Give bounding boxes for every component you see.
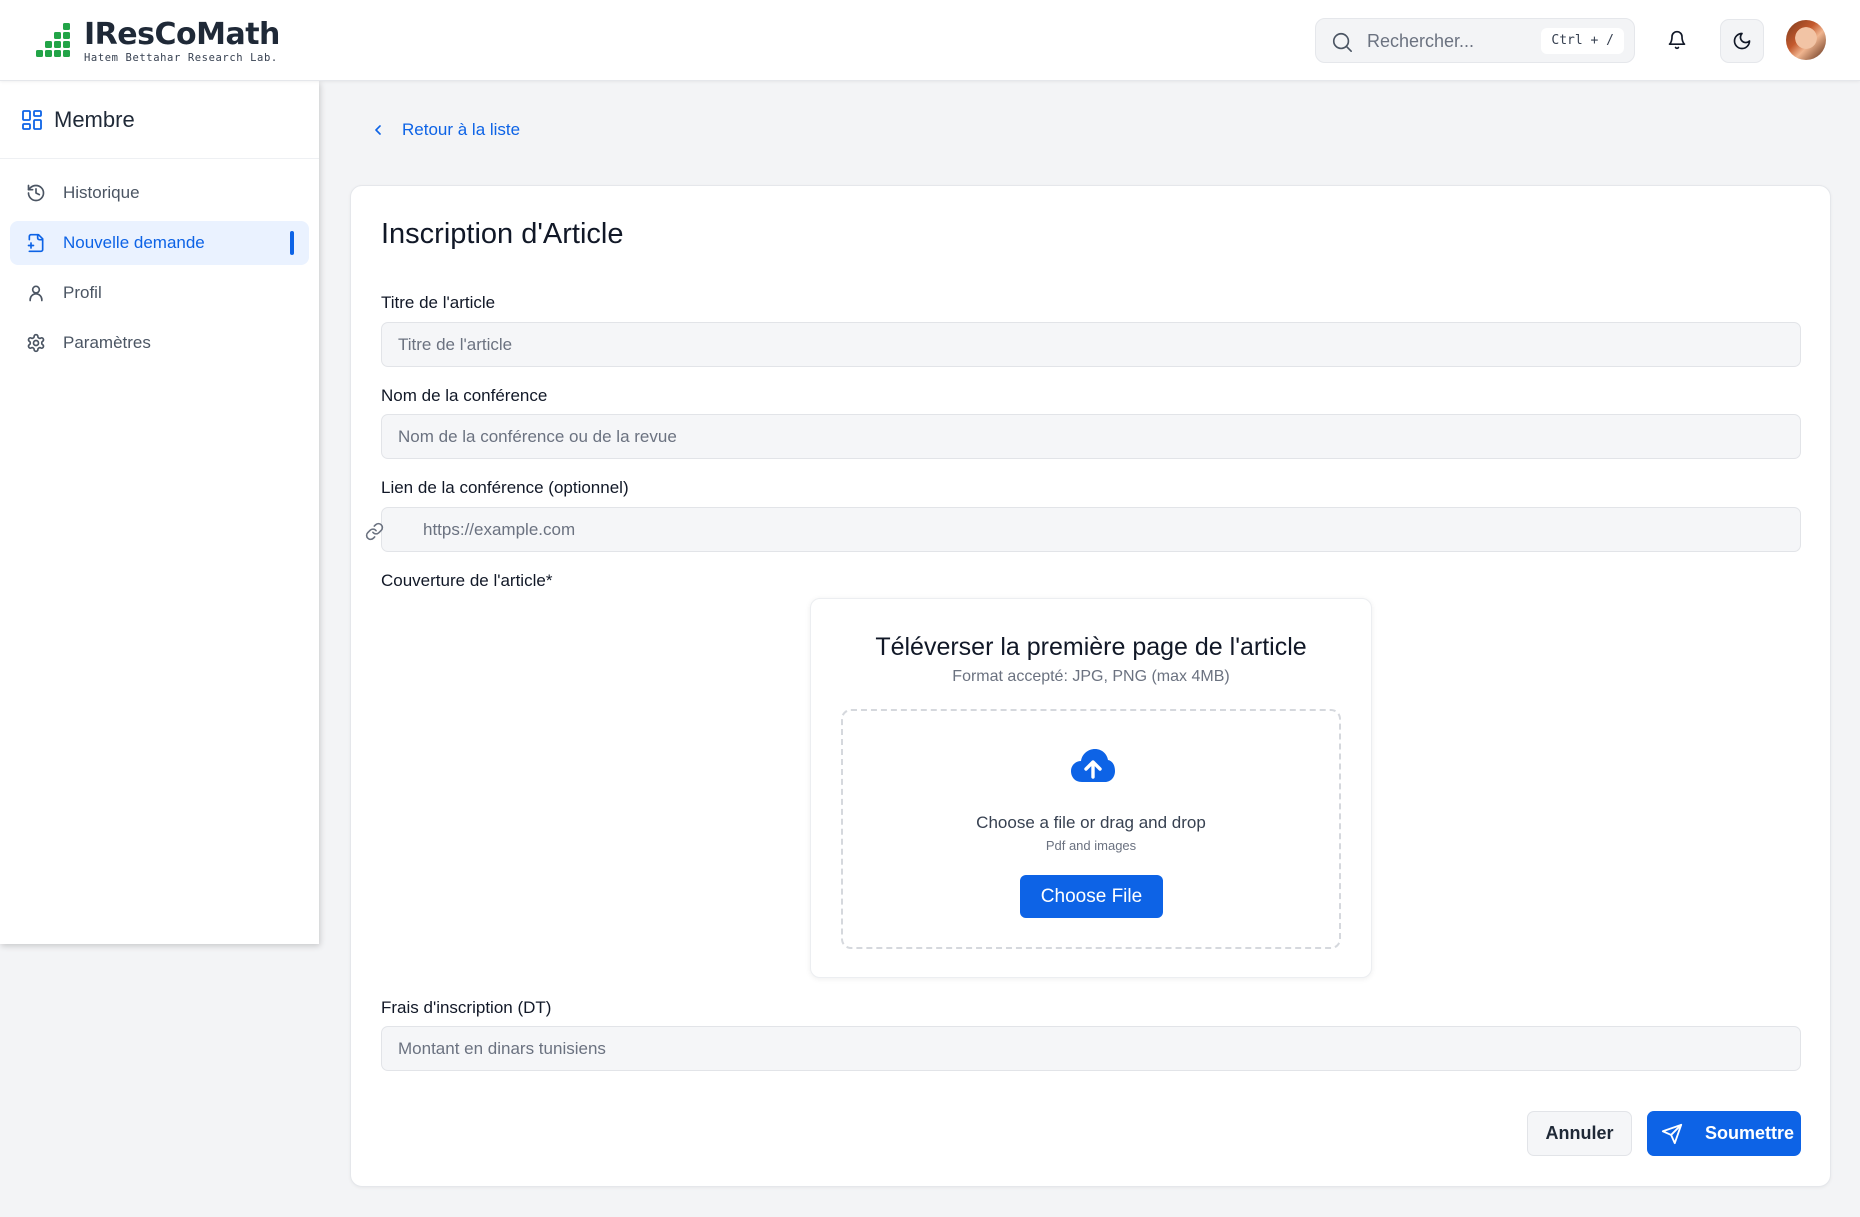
sidebar-item-nouvelle-demande[interactable]: Nouvelle demande [10, 221, 309, 265]
user-icon [29, 285, 43, 302]
back-link[interactable]: Retour à la liste [370, 120, 520, 140]
notifications-button[interactable] [1659, 20, 1695, 60]
search-bar[interactable]: Rechercher... Ctrl + / [1315, 18, 1635, 63]
chevron-left-icon [375, 125, 381, 135]
file-plus-icon [27, 233, 44, 253]
fees-label: Frais d'inscription (DT) [381, 998, 552, 1017]
page-title: Inscription d'Article [381, 218, 624, 250]
sidebar-item-profil[interactable]: Profil [10, 271, 309, 315]
fees-input[interactable] [381, 1026, 1801, 1071]
send-icon [1661, 1123, 1683, 1144]
article-title-label: Titre de l'article [381, 293, 496, 312]
dropzone-text: Choose a file or drag and drop [976, 813, 1206, 832]
conference-link-label: Lien de la conférence (optionnel) [381, 478, 629, 497]
dashboard-icon [22, 109, 42, 130]
sidebar-item-parametres[interactable]: Paramètres [10, 321, 309, 365]
article-title-input[interactable] [381, 322, 1801, 367]
search-shortcut: Ctrl + / [1541, 28, 1624, 54]
avatar[interactable] [1786, 20, 1826, 60]
sidebar-item-label: Historique [63, 183, 140, 202]
conference-name-input[interactable] [381, 414, 1801, 459]
cover-label: Couverture de l'article* [381, 571, 553, 590]
gear-icon [27, 333, 45, 353]
sidebar-item-historique[interactable]: Historique [10, 171, 309, 215]
search-input[interactable]: Rechercher... [1367, 31, 1474, 52]
article-form-card: Inscription d'Article Titre de l'article… [350, 185, 1831, 1187]
sidebar-header: Membre [0, 81, 319, 159]
logo-title: IResCoMath [84, 17, 280, 52]
cloud-upload-icon [1071, 749, 1115, 782]
history-icon [27, 184, 45, 202]
bell-icon [1668, 30, 1686, 50]
top-bar: IResCoMath Hatem Bettahar Research Lab. … [0, 0, 1860, 81]
moon-icon [1733, 32, 1751, 50]
link-icon [365, 522, 384, 541]
active-indicator [290, 231, 294, 255]
choose-file-button[interactable]: Choose File [1020, 875, 1163, 918]
submit-button-label: Soumettre [1705, 1123, 1795, 1143]
sidebar-item-label: Profil [63, 283, 102, 302]
sidebar-item-label: Nouvelle demande [63, 233, 205, 252]
file-dropzone[interactable]: Choose a file or drag and drop Pdf and i… [841, 709, 1341, 949]
sidebar-title: Membre [54, 106, 135, 132]
upload-subtitle: Format accepté: JPG, PNG (max 4MB) [952, 668, 1230, 685]
upload-title: Téléverser la première page de l'article [875, 633, 1307, 661]
back-link-label: Retour à la liste [402, 120, 521, 139]
theme-toggle-button[interactable] [1720, 19, 1764, 63]
dropzone-hint: Pdf and images [1045, 838, 1137, 853]
sidebar-item-label: Paramètres [63, 333, 151, 352]
logo-subtitle: Hatem Bettahar Research Lab. [84, 52, 278, 64]
search-icon [1332, 32, 1352, 52]
conference-name-label: Nom de la conférence [381, 386, 548, 405]
sidebar: Membre Historique Nouvelle demande Profi… [0, 81, 319, 944]
submit-button[interactable]: Soumettre [1647, 1111, 1801, 1156]
cover-upload-panel: Téléverser la première page de l'article… [810, 598, 1372, 978]
logo-bars-icon [36, 23, 70, 57]
conference-link-input[interactable] [381, 507, 1801, 552]
cancel-button[interactable]: Annuler [1527, 1111, 1632, 1156]
